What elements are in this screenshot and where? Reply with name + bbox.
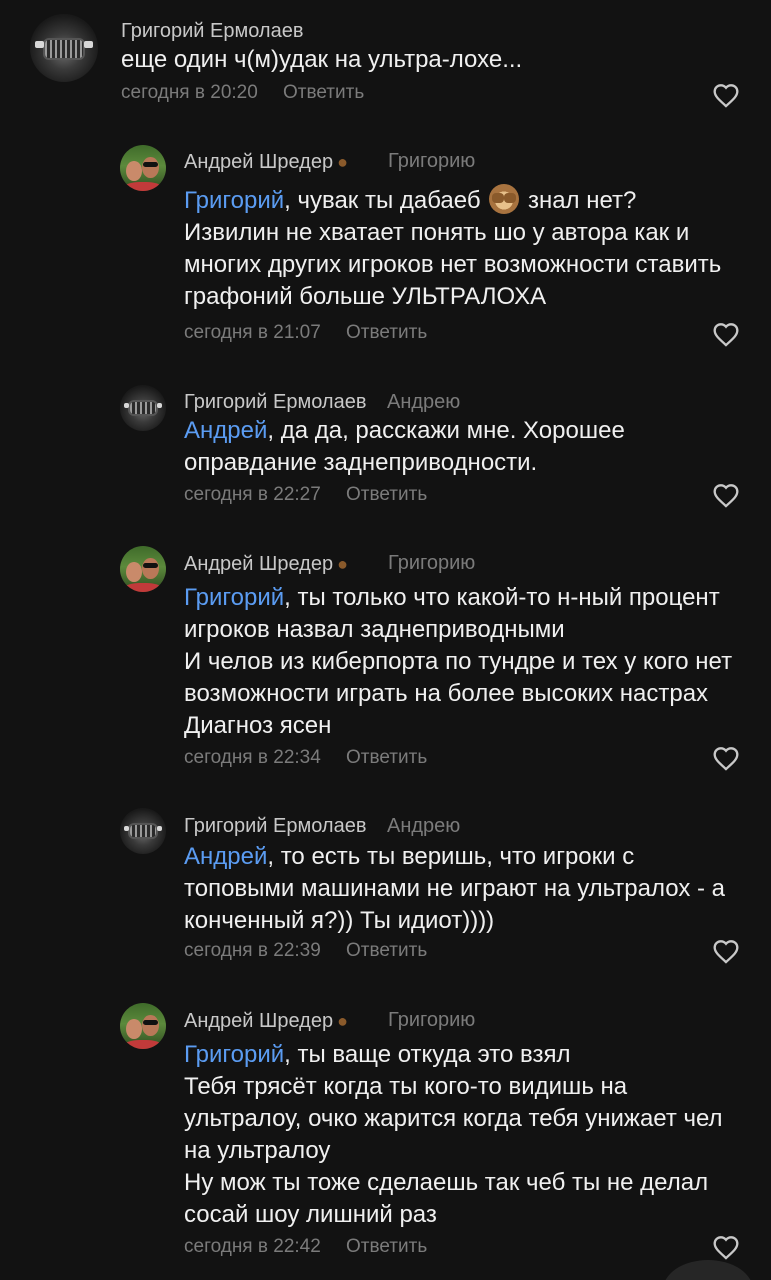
comment-line: ультралоу, очко жарится когда тебя унижа…: [184, 1105, 723, 1132]
heart-icon[interactable]: [712, 745, 740, 771]
reply-to-label[interactable]: Григорию: [388, 1009, 475, 1032]
comment-line: сосай шоу лишний раз: [184, 1201, 437, 1228]
comment-text: еще один ч(м)удак на ультра-лохе...: [121, 44, 522, 76]
comment-timestamp: сегодня в 22:39: [184, 940, 321, 961]
poop-icon: ●: [337, 152, 348, 172]
comment-timestamp: сегодня в 22:42: [184, 1236, 321, 1257]
comment-line: Извилин не хватает понять шо у автора ка…: [184, 219, 690, 246]
comment-line: графоний больше УЛЬТРАЛОХА: [184, 283, 547, 310]
reply-button[interactable]: Ответить: [346, 747, 427, 769]
mention-link[interactable]: Григорий: [184, 584, 284, 611]
comment-line: , то есть ты веришь, что игроки с: [267, 843, 635, 870]
heart-icon[interactable]: [712, 938, 740, 964]
comment-author[interactable]: Григорий Ермолаев: [121, 20, 303, 43]
comment-author[interactable]: Григорий Ермолаев: [184, 391, 366, 414]
author-name[interactable]: Андрей Шредер: [184, 1010, 333, 1032]
avatar[interactable]: [30, 14, 98, 82]
reply-to-label[interactable]: Андрею: [387, 391, 460, 414]
comment-line: Тебя трясёт когда ты кого-то видишь на: [184, 1073, 628, 1100]
heart-icon[interactable]: [712, 321, 740, 347]
avatar[interactable]: [120, 145, 166, 191]
comment-text: Григорий, чувак ты дабаеб знал нет? Изви…: [184, 184, 721, 313]
comment-text: Андрей, да да, расскажи мне. Хорошее опр…: [184, 415, 625, 479]
comment-author[interactable]: Андрей Шредер ●: [184, 151, 348, 174]
mention-link[interactable]: Андрей: [184, 417, 267, 444]
mention-link[interactable]: Андрей: [184, 843, 267, 870]
comment-line: оправдание заднеприводности.: [184, 449, 538, 476]
comment-text: Григорий, ты ваще откуда это взял Тебя т…: [184, 1039, 723, 1231]
comment-author[interactable]: Андрей Шредер ●: [184, 553, 348, 576]
comment-line: , да да, расскажи мне. Хорошее: [267, 417, 625, 444]
comment-line: конченный я?)) Ты идиот)))): [184, 907, 495, 934]
mention-link[interactable]: Григорий: [184, 187, 284, 214]
comment-line: на ультралоу: [184, 1137, 331, 1164]
poop-icon: ●: [337, 554, 348, 574]
comments-thread: Григорий Ермолаев еще один ч(м)удак на у…: [0, 0, 771, 1280]
reply-to-label[interactable]: Григорию: [388, 150, 475, 173]
comment-timestamp: сегодня в 20:20: [121, 82, 258, 103]
comment-timestamp: сегодня в 22:27: [184, 484, 321, 505]
mention-link[interactable]: Григорий: [184, 1041, 284, 1068]
comment-author[interactable]: Григорий Ермолаев: [184, 815, 366, 838]
comment-text: Григорий, ты только что какой-то н-ный п…: [184, 582, 732, 742]
comment-line: возможности играть на более высоких наст…: [184, 680, 709, 707]
avatar[interactable]: [120, 546, 166, 592]
comment-line: Ну мож ты тоже сделаешь так чеб ты не де…: [184, 1169, 709, 1196]
heart-icon[interactable]: [712, 1234, 740, 1260]
comment-line: еще один ч(м)удак на ультра-лохе...: [121, 46, 523, 73]
reply-button[interactable]: Ответить: [346, 1236, 427, 1258]
comment-line: знал нет?: [527, 187, 637, 214]
comment-timestamp: сегодня в 22:34: [184, 747, 321, 768]
reply-to-label[interactable]: Григорию: [388, 552, 475, 575]
reply-button[interactable]: Ответить: [346, 484, 427, 506]
reply-button[interactable]: Ответить: [346, 322, 427, 344]
comment-line: , ты ваще откуда это взял: [284, 1041, 571, 1068]
comment-line: Диагноз ясен: [184, 712, 332, 739]
poop-icon: ●: [337, 1011, 348, 1031]
author-name[interactable]: Андрей Шредер: [184, 151, 333, 173]
comment-line: топовыми машинами не играют на ультралох…: [184, 875, 726, 902]
comment-line: многих других игроков нет возможности ст…: [184, 251, 722, 278]
comment-line: , ты только что какой-то н-ный процент: [284, 584, 720, 611]
comment-line: , чувак ты дабаеб: [284, 187, 481, 214]
monkey-icon: [489, 184, 520, 214]
comment-line: игроков назвал заднеприводными: [184, 616, 565, 643]
scroll-fab-edge[interactable]: [663, 1260, 753, 1280]
author-name[interactable]: Андрей Шредер: [184, 553, 333, 575]
heart-icon[interactable]: [712, 482, 740, 508]
comment-timestamp: сегодня в 21:07: [184, 322, 321, 343]
comment-text: Андрей, то есть ты веришь, что игроки с …: [184, 841, 725, 937]
heart-icon[interactable]: [712, 82, 740, 108]
avatar[interactable]: [120, 1003, 166, 1049]
avatar[interactable]: [120, 808, 166, 854]
reply-button[interactable]: Ответить: [283, 82, 364, 104]
reply-button[interactable]: Ответить: [346, 940, 427, 962]
comment-line: И челов из киберпорта по тундре и тех у …: [184, 648, 733, 675]
avatar[interactable]: [120, 385, 166, 431]
reply-to-label[interactable]: Андрею: [387, 815, 460, 838]
comment-author[interactable]: Андрей Шредер ●: [184, 1010, 348, 1033]
